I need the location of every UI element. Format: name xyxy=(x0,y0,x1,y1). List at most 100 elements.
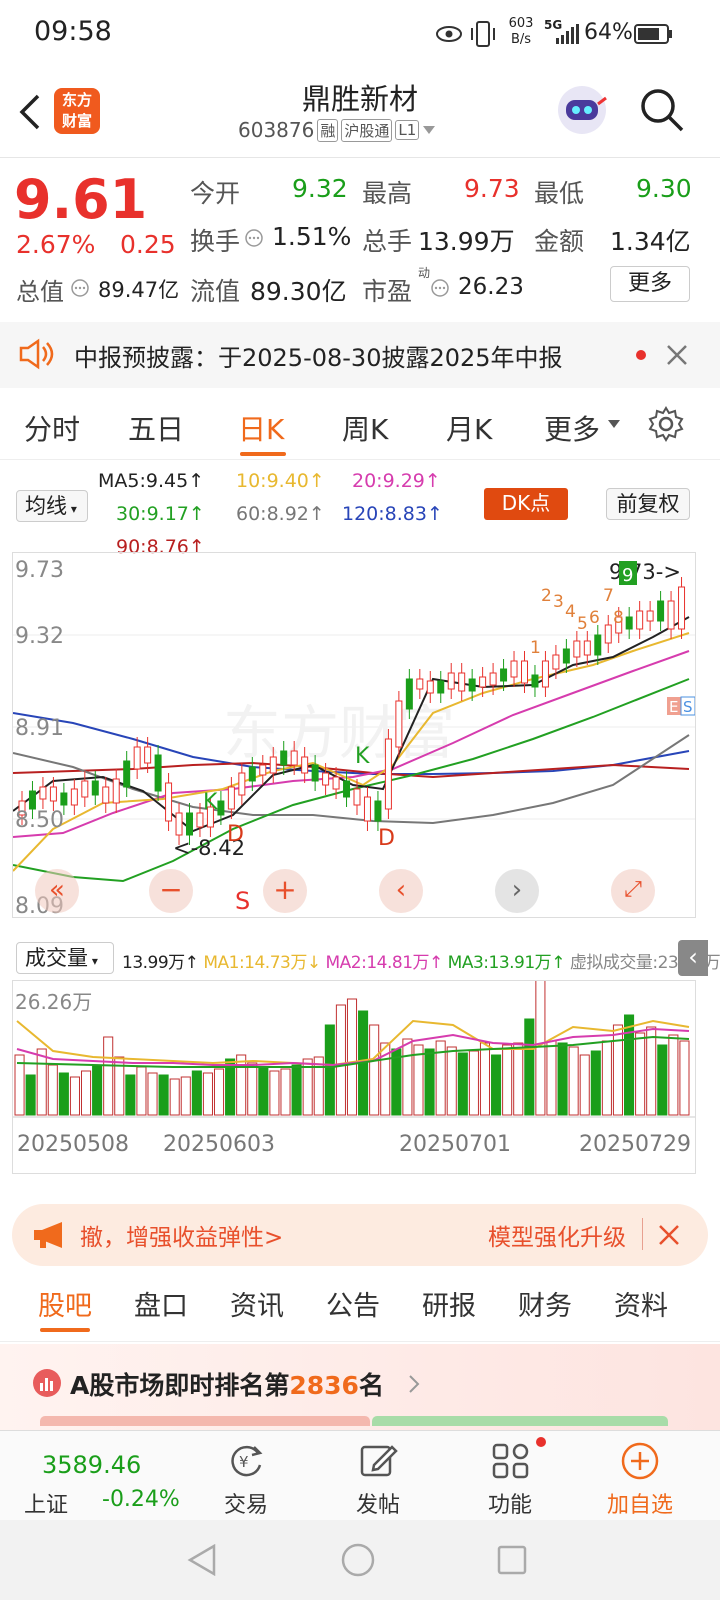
gear-icon[interactable] xyxy=(648,406,684,442)
volume-bar xyxy=(80,1070,92,1116)
low-label: 最低 xyxy=(534,179,585,208)
candle-body xyxy=(479,676,487,688)
volume-bar xyxy=(446,1046,457,1116)
volume-bar xyxy=(601,1040,612,1116)
adjust-button[interactable]: 前复权 xyxy=(606,488,690,520)
add-circle-icon xyxy=(621,1442,659,1480)
tab-daily-k[interactable]: 日K xyxy=(238,408,284,448)
candle-body xyxy=(657,600,665,622)
volume-bar xyxy=(103,1036,114,1116)
seq-4: 4 xyxy=(565,602,576,622)
signal-k: K xyxy=(203,790,218,815)
kline-chart[interactable]: 东方财富 9.73 9.32 8.91 8.50 8.09 9.73-> <-8… xyxy=(12,552,696,919)
nav-functions[interactable]: 功能 xyxy=(460,1441,560,1519)
candle-body xyxy=(552,654,560,670)
search-icon[interactable] xyxy=(638,86,686,134)
caret-down-icon[interactable] xyxy=(422,125,436,135)
open-label: 今开 xyxy=(190,179,241,208)
dk-point-button[interactable]: DK点 xyxy=(484,488,568,520)
zoom-in-button[interactable]: + xyxy=(263,869,307,913)
tab-news[interactable]: 资讯 xyxy=(230,1284,284,1323)
candle-body xyxy=(154,754,162,792)
nav-post-label: 发帖 xyxy=(355,1493,400,1518)
volume-bar xyxy=(36,1048,47,1116)
ma120-value: 120:8.83↑ xyxy=(342,503,443,525)
candle-body xyxy=(604,624,612,644)
nav-add-watch[interactable]: 加自选 xyxy=(590,1441,690,1519)
nav-trade[interactable]: ¥ 交易 xyxy=(196,1441,296,1519)
tab-research[interactable]: 研报 xyxy=(422,1284,476,1323)
info-icon[interactable] xyxy=(244,228,264,248)
volume-current: 13.99万↑ xyxy=(122,953,199,973)
tab-profile[interactable]: 资料 xyxy=(614,1284,668,1323)
tab-announcements[interactable]: 公告 xyxy=(326,1284,380,1323)
scroll-left-button[interactable]: ‹ xyxy=(379,869,423,913)
ma20-value: 20:9.29↑ xyxy=(352,470,441,492)
volume-indicator-select[interactable]: 成交量 ▾ xyxy=(16,942,114,974)
volume-chart[interactable]: 26.26万 20250508 20250603 20250701 202507… xyxy=(12,966,696,1174)
close-icon[interactable] xyxy=(658,1224,680,1246)
volume-bar xyxy=(125,1074,136,1116)
tab-orderbook[interactable]: 盘口 xyxy=(134,1284,188,1323)
rank-bar-down xyxy=(372,1416,668,1426)
seq-6: 6 xyxy=(589,608,600,628)
rank-banner[interactable]: A股市场即时排名第2836名 xyxy=(0,1344,720,1430)
home-circle-icon[interactable] xyxy=(340,1542,376,1578)
volume-bar xyxy=(158,1074,169,1116)
seq-7: 7 xyxy=(603,586,614,606)
candle-body xyxy=(395,700,403,748)
recents-square-icon[interactable] xyxy=(496,1544,528,1576)
signal-d: D xyxy=(227,822,244,847)
promo-left-text: 撤，增强收益弹性> xyxy=(80,1225,284,1251)
candle-body xyxy=(531,674,539,688)
tab-more[interactable]: 更多 xyxy=(544,408,600,448)
volume-bar xyxy=(58,1072,69,1116)
candle-body xyxy=(196,812,204,828)
volume-bar xyxy=(213,1068,225,1116)
high-label: 最高 xyxy=(362,179,413,208)
seq-1: 1 xyxy=(530,638,541,658)
tab-forum[interactable]: 股吧 xyxy=(38,1284,92,1323)
chart-period-tabs: 分时 五日 日K 周K 月K 更多 xyxy=(0,392,720,460)
candle-body xyxy=(583,640,591,656)
info-icon[interactable] xyxy=(430,278,450,298)
robot-assistant-icon[interactable] xyxy=(554,82,610,138)
tab-five-day[interactable]: 五日 xyxy=(128,408,184,448)
caret-down-icon xyxy=(608,420,620,428)
indicator-select[interactable]: 均线 ▾ xyxy=(16,490,88,522)
signal-icon xyxy=(556,24,579,44)
nav-functions-label: 功能 xyxy=(487,1493,532,1518)
tab-monthly-k[interactable]: 月K xyxy=(446,408,492,448)
margin-tag: 融 xyxy=(317,118,339,142)
info-icon[interactable] xyxy=(70,278,90,298)
tab-intraday[interactable]: 分时 xyxy=(24,408,80,448)
back-triangle-icon[interactable] xyxy=(186,1544,218,1576)
tab-weekly-k[interactable]: 周K xyxy=(342,408,388,448)
collapse-panel-button[interactable]: ‹ xyxy=(678,940,708,976)
volume-bar xyxy=(202,1072,213,1116)
close-icon[interactable] xyxy=(666,344,688,366)
more-button[interactable]: 更多 xyxy=(610,266,690,302)
notice-bar[interactable]: 中报预披露：于2025-08-30披露2025年中报 xyxy=(0,322,720,388)
signal-s: S xyxy=(235,887,250,915)
volume-bar xyxy=(590,1050,601,1116)
zoom-out-button[interactable]: − xyxy=(149,869,193,913)
candle-body xyxy=(500,668,508,682)
candle-body xyxy=(133,746,141,770)
fullscreen-button[interactable]: ⤢ xyxy=(611,869,655,913)
candle-body xyxy=(259,764,267,776)
nav-post[interactable]: 发帖 xyxy=(328,1441,428,1519)
volume-bar xyxy=(335,1004,346,1116)
index-widget[interactable]: 3589.46 上证 -0.24% xyxy=(14,1431,204,1521)
volume-bar xyxy=(180,1076,191,1116)
volume-svg: 26.26万 20250508 20250603 20250701 202507… xyxy=(13,966,695,1157)
mktcap-value: 89.47亿 xyxy=(98,278,180,302)
scroll-left-fast-button[interactable]: « xyxy=(35,869,79,913)
content-tabs: 股吧 盘口 资讯 公告 研报 财务 资料 xyxy=(0,1266,720,1342)
seq-8: 8 xyxy=(613,608,624,628)
tab-finance[interactable]: 财务 xyxy=(518,1284,572,1323)
scroll-right-button[interactable]: › xyxy=(495,869,539,913)
promo-banner[interactable]: 撤，增强收益弹性> 模型强化升级 xyxy=(12,1204,708,1266)
candle-body xyxy=(301,756,309,774)
float-label: 流值 xyxy=(190,277,241,306)
